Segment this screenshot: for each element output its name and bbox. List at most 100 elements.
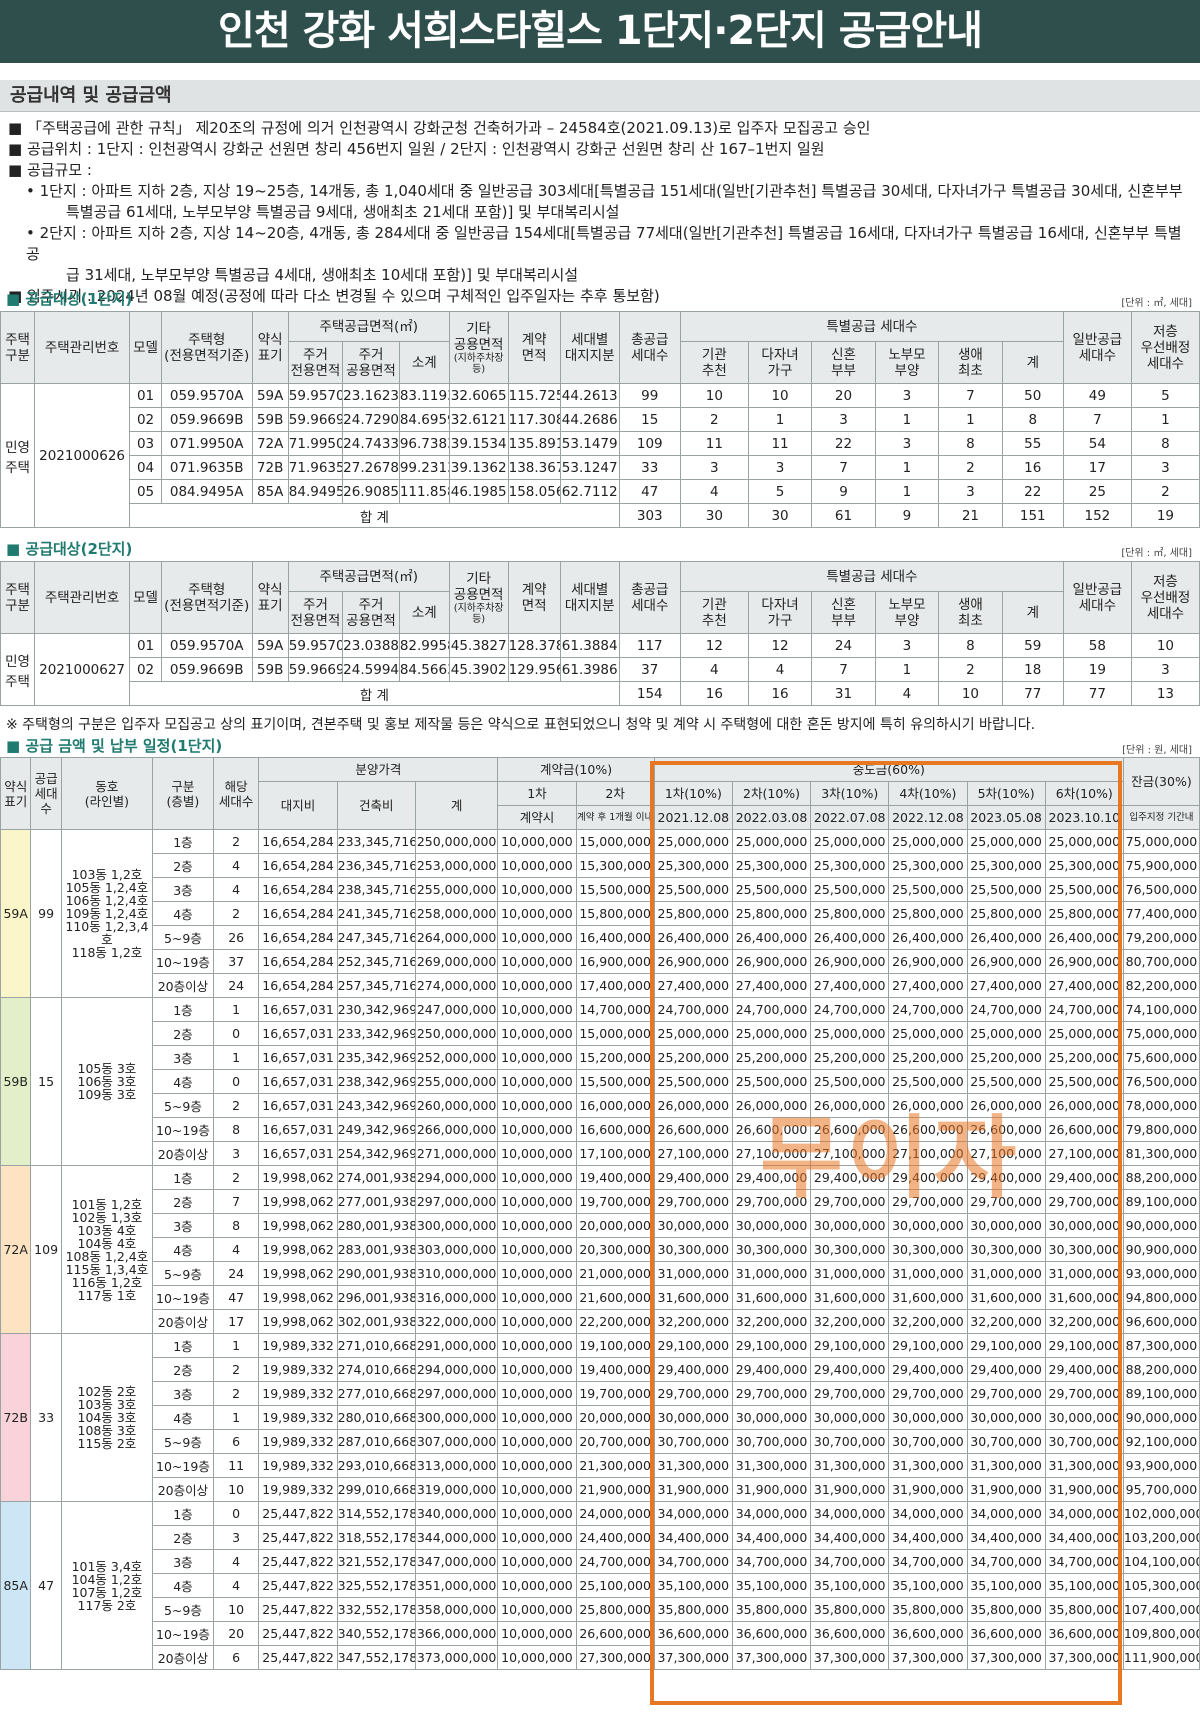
table-cell: 19,989,332 [258,1477,338,1502]
table-cell: 3 [679,455,749,480]
table-cell: 83.1193 [398,383,450,408]
balance-cell: 75,900,000 [1122,853,1200,878]
table-cell: 25,447,822 [258,1645,338,1670]
table-cell: 10,000,000 [497,1333,577,1358]
header-house-size: 주택형 (전용면적기준) [160,311,253,384]
table-cell: 19,989,332 [258,1357,338,1382]
table-cell: 10,000,000 [497,1405,577,1430]
table-cell: 39.1534 [448,431,509,456]
table-cell: 19,700,000 [575,1381,655,1406]
dong-lines: 101동 3,4호 104동 1,2호 107동 1,2호 117동 2호 [60,1501,154,1670]
table-cell: 252,000,000 [414,1045,499,1070]
mgmt-number: 2021000626 [33,383,131,528]
interim-cell: 31,600,000 [731,1285,812,1310]
header-etc-area-note: (지하주차장등) [453,602,504,625]
table-cell: 274,001,938 [336,1165,416,1190]
interim-cell: 25,000,000 [888,829,968,854]
table-cell: 2 [212,829,260,854]
balance-cell: 89,100,000 [1122,1381,1200,1406]
interim-cell: 30,700,000 [888,1429,968,1454]
interim-cell: 25,200,000 [731,1045,812,1070]
table-cell: 1 [1130,407,1200,432]
interim-cell: 26,400,000 [731,925,812,950]
table-cell: 10 [679,383,749,408]
table-cell: 1층 [152,1501,214,1526]
table-cell: 2 [679,407,749,432]
table-cell: 15,800,000 [575,901,655,926]
table-cell: 071.9950A [160,431,253,456]
table-cell: 22,200,000 [575,1309,655,1334]
table-cell: 322,000,000 [414,1309,499,1334]
unit-type-abbr: 72B [0,1333,32,1502]
table-cell: 117 [618,633,681,658]
table-cell: 3 [212,1525,260,1550]
interim-cell: 37,300,000 [966,1645,1046,1670]
balance-cell: 88,200,000 [1122,1165,1200,1190]
interim-cell: 25,000,000 [810,1021,890,1046]
table-cell: 59 [1001,633,1064,658]
table-cell: 16,657,031 [258,1117,338,1142]
table-cell: 61.3884 [559,633,620,658]
table-cell: 19,998,062 [258,1189,338,1214]
balance-cell: 90,000,000 [1122,1213,1200,1238]
interim-cell: 37,300,000 [888,1645,968,1670]
table-row: 2층 0 16,657,031 233,342,969 250,000,000 10,00… [1,1021,1200,1046]
header-interim-date: 2022.12.08 [888,805,968,830]
total-cell: 61 [811,503,876,528]
table-cell: 296,001,938 [336,1285,416,1310]
table-cell: 300,000,000 [414,1405,499,1430]
interim-cell: 25,000,000 [731,1021,812,1046]
table-cell: 10,000,000 [497,925,577,950]
table-cell: 1 [874,479,940,504]
interim-cell: 27,100,000 [966,1141,1046,1166]
header-abbr: 약식 표기 [251,561,289,634]
interim-cell: 36,600,000 [966,1621,1046,1646]
header-contract-area: 계약 면적 [507,561,561,634]
unit-type-count: 33 [30,1333,62,1502]
interim-cell: 35,100,000 [1044,1573,1124,1598]
table-row: 5~9층 6 19,989,332 287,010,668 307,000,000 10,… [1,1429,1200,1454]
interim-cell: 29,400,000 [888,1357,968,1382]
table-row: 5~9층 26 16,654,284 247,345,716 264,000,000 10… [1,925,1200,950]
table-cell: 271,010,668 [336,1333,416,1358]
table-cell: 10~19층 [152,949,214,974]
table-cell: 04 [129,455,162,480]
table-cell: 4 [679,657,749,682]
table-cell: 50 [1001,383,1064,408]
table-row: 05084.9495A85A84.949526.9085111.858046.1… [1,479,1200,504]
balance-cell: 88,200,000 [1122,1357,1200,1382]
header-sub: 소계 [398,591,450,634]
interim-cell: 29,100,000 [888,1333,968,1358]
interim-cell: 26,600,000 [653,1117,733,1142]
header-sale-price: 분양가격 [258,757,499,782]
total-cell: 152 [1062,503,1132,528]
table-cell: 290,001,938 [336,1261,416,1286]
interim-cell: 29,400,000 [810,1165,890,1190]
table-cell: 59A [251,383,289,408]
info-complex1: • 1단지 : 아파트 지하 2층, 지상 19~25층, 14개동, 총 1,… [26,182,1183,200]
table-cell: 274,010,668 [336,1357,416,1382]
interim-cell: 34,000,000 [1044,1501,1124,1526]
interim-cell: 31,600,000 [966,1285,1046,1310]
interim-cell: 31,900,000 [888,1477,968,1502]
table-cell: 4층 [152,1405,214,1430]
table-cell: 10,000,000 [497,901,577,926]
interim-cell: 30,300,000 [653,1237,733,1262]
interim-cell: 30,000,000 [966,1213,1046,1238]
table-cell: 254,342,969 [336,1141,416,1166]
table-cell: 10,000,000 [497,1117,577,1142]
table-cell: 307,000,000 [414,1429,499,1454]
table-cell: 249,342,969 [336,1117,416,1142]
header-abbr: 약식 표기 [0,757,32,830]
table-cell: 3 [212,1141,260,1166]
table-cell: 3 [1130,657,1200,682]
table-cell: 4층 [152,1573,214,1598]
interim-cell: 25,300,000 [888,853,968,878]
table-cell: 258,000,000 [414,901,499,926]
interim-cell: 34,000,000 [888,1501,968,1526]
table-cell: 11 [212,1453,260,1478]
table2-unit: [단위 : ㎡, 세대] [1121,548,1192,559]
total-cell: 31 [811,681,876,706]
table-row: 3층 4 25,447,822 321,552,178 347,000,000 10,00… [1,1549,1200,1574]
info-scale: ■ 공급규모 : [8,161,92,179]
